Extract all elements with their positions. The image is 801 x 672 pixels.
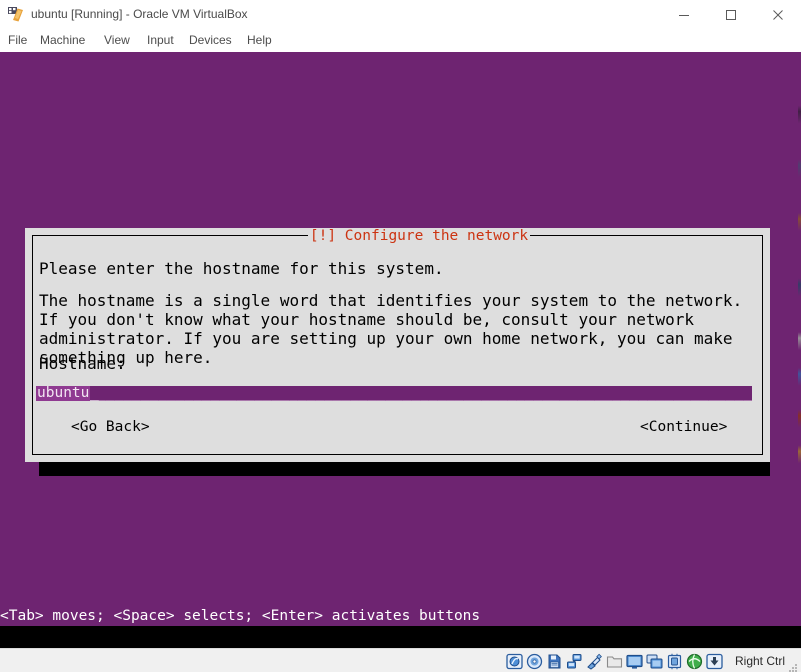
hostname-label: Hostname: (39, 354, 126, 373)
menu-item-input[interactable]: Input (147, 29, 174, 52)
menu-item-view[interactable]: View (104, 29, 130, 52)
guest-screen[interactable]: [!] Configure the network Please enter t… (0, 52, 801, 648)
3d-acceleration-icon[interactable] (686, 653, 703, 670)
configure-network-dialog: [!] Configure the network Please enter t… (25, 228, 770, 462)
resize-grip-icon[interactable] (789, 660, 798, 672)
video-capture-icon[interactable] (646, 653, 663, 670)
window-title: ubuntu [Running] - Oracle VM VirtualBox (31, 7, 248, 21)
guest-status-line: <Tab> moves; <Space> selects; <Enter> ac… (0, 606, 801, 626)
mouse-capture-icon[interactable] (706, 653, 723, 670)
guest-status-text: <Tab> moves; <Space> selects; <Enter> ac… (0, 608, 481, 624)
usb-icon[interactable] (586, 653, 603, 670)
cpu-icon[interactable] (666, 653, 683, 670)
host-key-label: Right Ctrl (734, 654, 785, 668)
hostname-input[interactable]: ________________________________________… (36, 386, 752, 401)
floppy-disk-icon[interactable] (546, 653, 563, 670)
menu-item-machine[interactable]: Machine (40, 29, 85, 52)
display-icon[interactable] (626, 653, 643, 670)
go-back-button[interactable]: <Go Back> (71, 419, 150, 436)
maximize-icon[interactable] (708, 0, 754, 29)
close-icon[interactable] (755, 0, 801, 29)
hostname-input-fill: ________________________________________… (36, 386, 752, 401)
optical-disk-icon[interactable] (526, 653, 543, 670)
vm-status-icons (506, 652, 723, 670)
network-icon[interactable] (566, 653, 583, 670)
continue-button[interactable]: <Continue> (640, 419, 727, 436)
hostname-input-caret: _ (90, 386, 99, 401)
vm-statusbar: Right Ctrl (0, 648, 801, 672)
hostname-input-row[interactable]: ________________________________________… (36, 386, 752, 401)
virtualbox-logo-icon (8, 7, 24, 23)
hard-disk-icon[interactable] (506, 653, 523, 670)
hostname-input-value: ubuntu (36, 386, 91, 401)
dialog-title: [!] Configure the network (309, 228, 529, 244)
menubar: File Machine View Input Devices Help (0, 29, 801, 52)
dialog-paragraph-1: Please enter the hostname for this syste… (39, 259, 444, 278)
menu-item-devices[interactable]: Devices (189, 29, 232, 52)
menu-item-help[interactable]: Help (247, 29, 272, 52)
dialog-shadow-bottom (39, 462, 770, 476)
minimize-icon[interactable] (661, 0, 707, 29)
shared-folders-icon[interactable] (606, 653, 623, 670)
menu-item-file[interactable]: File (8, 29, 27, 52)
virtualbox-window: ubuntu [Running] - Oracle VM VirtualBox … (0, 0, 801, 672)
dialog-paragraph-2: The hostname is a single word that ident… (39, 291, 752, 367)
window-titlebar: ubuntu [Running] - Oracle VM VirtualBox (0, 0, 801, 29)
guest-bottom-bar (0, 626, 801, 648)
